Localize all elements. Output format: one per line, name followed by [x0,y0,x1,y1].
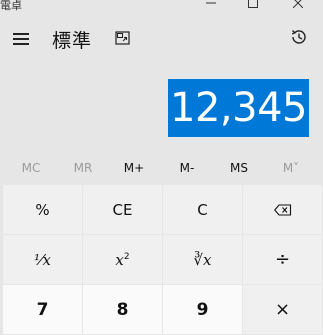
square-label: x2 [115,251,129,269]
reciprocal-button[interactable]: ⅟x [3,235,82,284]
reciprocal-label: ⅟x [34,250,51,269]
title-bar: 電卓 [0,0,323,14]
square-button[interactable]: x2 [83,235,162,284]
clear-entry-button[interactable]: CE [83,185,162,234]
display-value[interactable]: 12,345 [168,79,309,137]
navigation-menu-button[interactable] [10,30,32,48]
calculator-window: 電卓 標準 12,345 MC MR M+ M- MS M˅ % CE C ⅟x… [0,0,323,335]
minimize-icon [206,2,216,4]
memory-list-button[interactable]: M˅ [266,155,316,181]
clear-entry-label: CE [112,200,133,219]
multiply-label: × [274,299,291,320]
square-base: x [115,250,124,269]
memory-clear-button[interactable]: MC [6,155,56,181]
memory-recall-button[interactable]: MR [58,155,108,181]
hamburger-line [13,43,29,45]
clear-label: C [197,200,208,219]
square-exponent: 2 [123,251,130,262]
maximize-button[interactable] [238,0,268,12]
digit-7-button[interactable]: 7 [3,285,82,334]
history-icon [291,30,306,44]
digit-9-button[interactable]: 9 [163,285,242,334]
divide-label: ÷ [274,249,291,270]
hamburger-menu-icon [13,33,29,35]
memory-row: MC MR M+ M- MS M˅ [0,155,323,181]
clear-button[interactable]: C [163,185,242,234]
window-title: 電卓 [0,0,22,12]
result-display: 12,345 [168,78,309,138]
backspace-icon [273,203,291,216]
digit-8-label: 8 [116,299,129,320]
maximize-icon [248,0,258,8]
hamburger-line [13,38,29,40]
mode-title: 標準 [52,30,93,52]
multiply-button[interactable]: × [243,285,322,334]
digit-7-label: 7 [36,299,49,320]
keep-on-top-icon [115,31,130,45]
memory-store-button[interactable]: MS [214,155,264,181]
close-icon [293,0,303,8]
memory-subtract-button[interactable]: M- [162,155,212,181]
percent-button[interactable]: % [3,185,82,234]
memory-add-button[interactable]: M+ [109,155,159,181]
percent-label: % [35,200,50,219]
cube-root-button[interactable]: ∛x [163,235,242,284]
digit-9-label: 9 [196,299,209,320]
digit-8-button[interactable]: 8 [83,285,162,334]
history-button[interactable] [289,27,311,49]
minimize-button[interactable] [196,0,226,12]
divide-button[interactable]: ÷ [243,235,322,284]
cube-root-label: ∛x [193,250,212,269]
backspace-button[interactable] [243,185,322,234]
close-button[interactable] [283,0,313,12]
keep-on-top-button[interactable] [114,29,134,49]
